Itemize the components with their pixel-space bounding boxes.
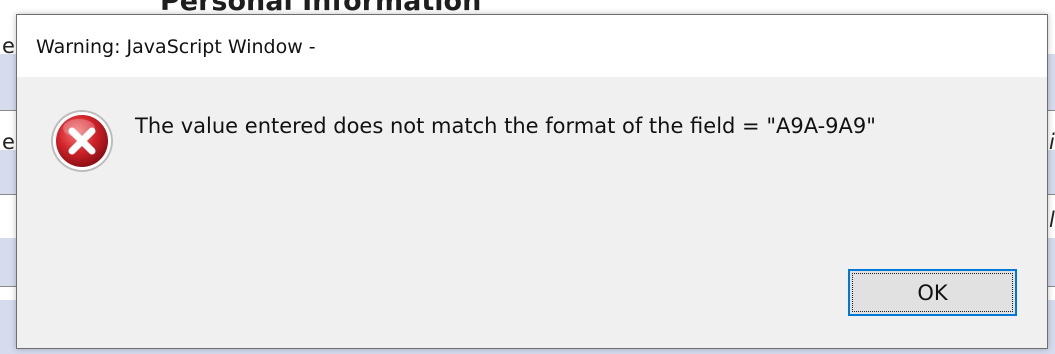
dialog-title: Warning: JavaScript Window - [36,36,316,58]
ok-button-label: OK [917,280,948,305]
background-label-fragment: l [1049,208,1055,232]
warning-dialog: Warning: JavaScript Window - The value e… [16,14,1048,349]
background-label-fragment: i [1049,130,1055,154]
background-label-fragment: e [2,130,15,154]
dialog-message: The value entered does not match the for… [135,114,876,138]
dialog-titlebar: Warning: JavaScript Window - [17,15,1047,77]
error-icon [48,107,116,175]
background-label-fragment: e [2,34,15,58]
ok-button[interactable]: OK [848,269,1017,316]
